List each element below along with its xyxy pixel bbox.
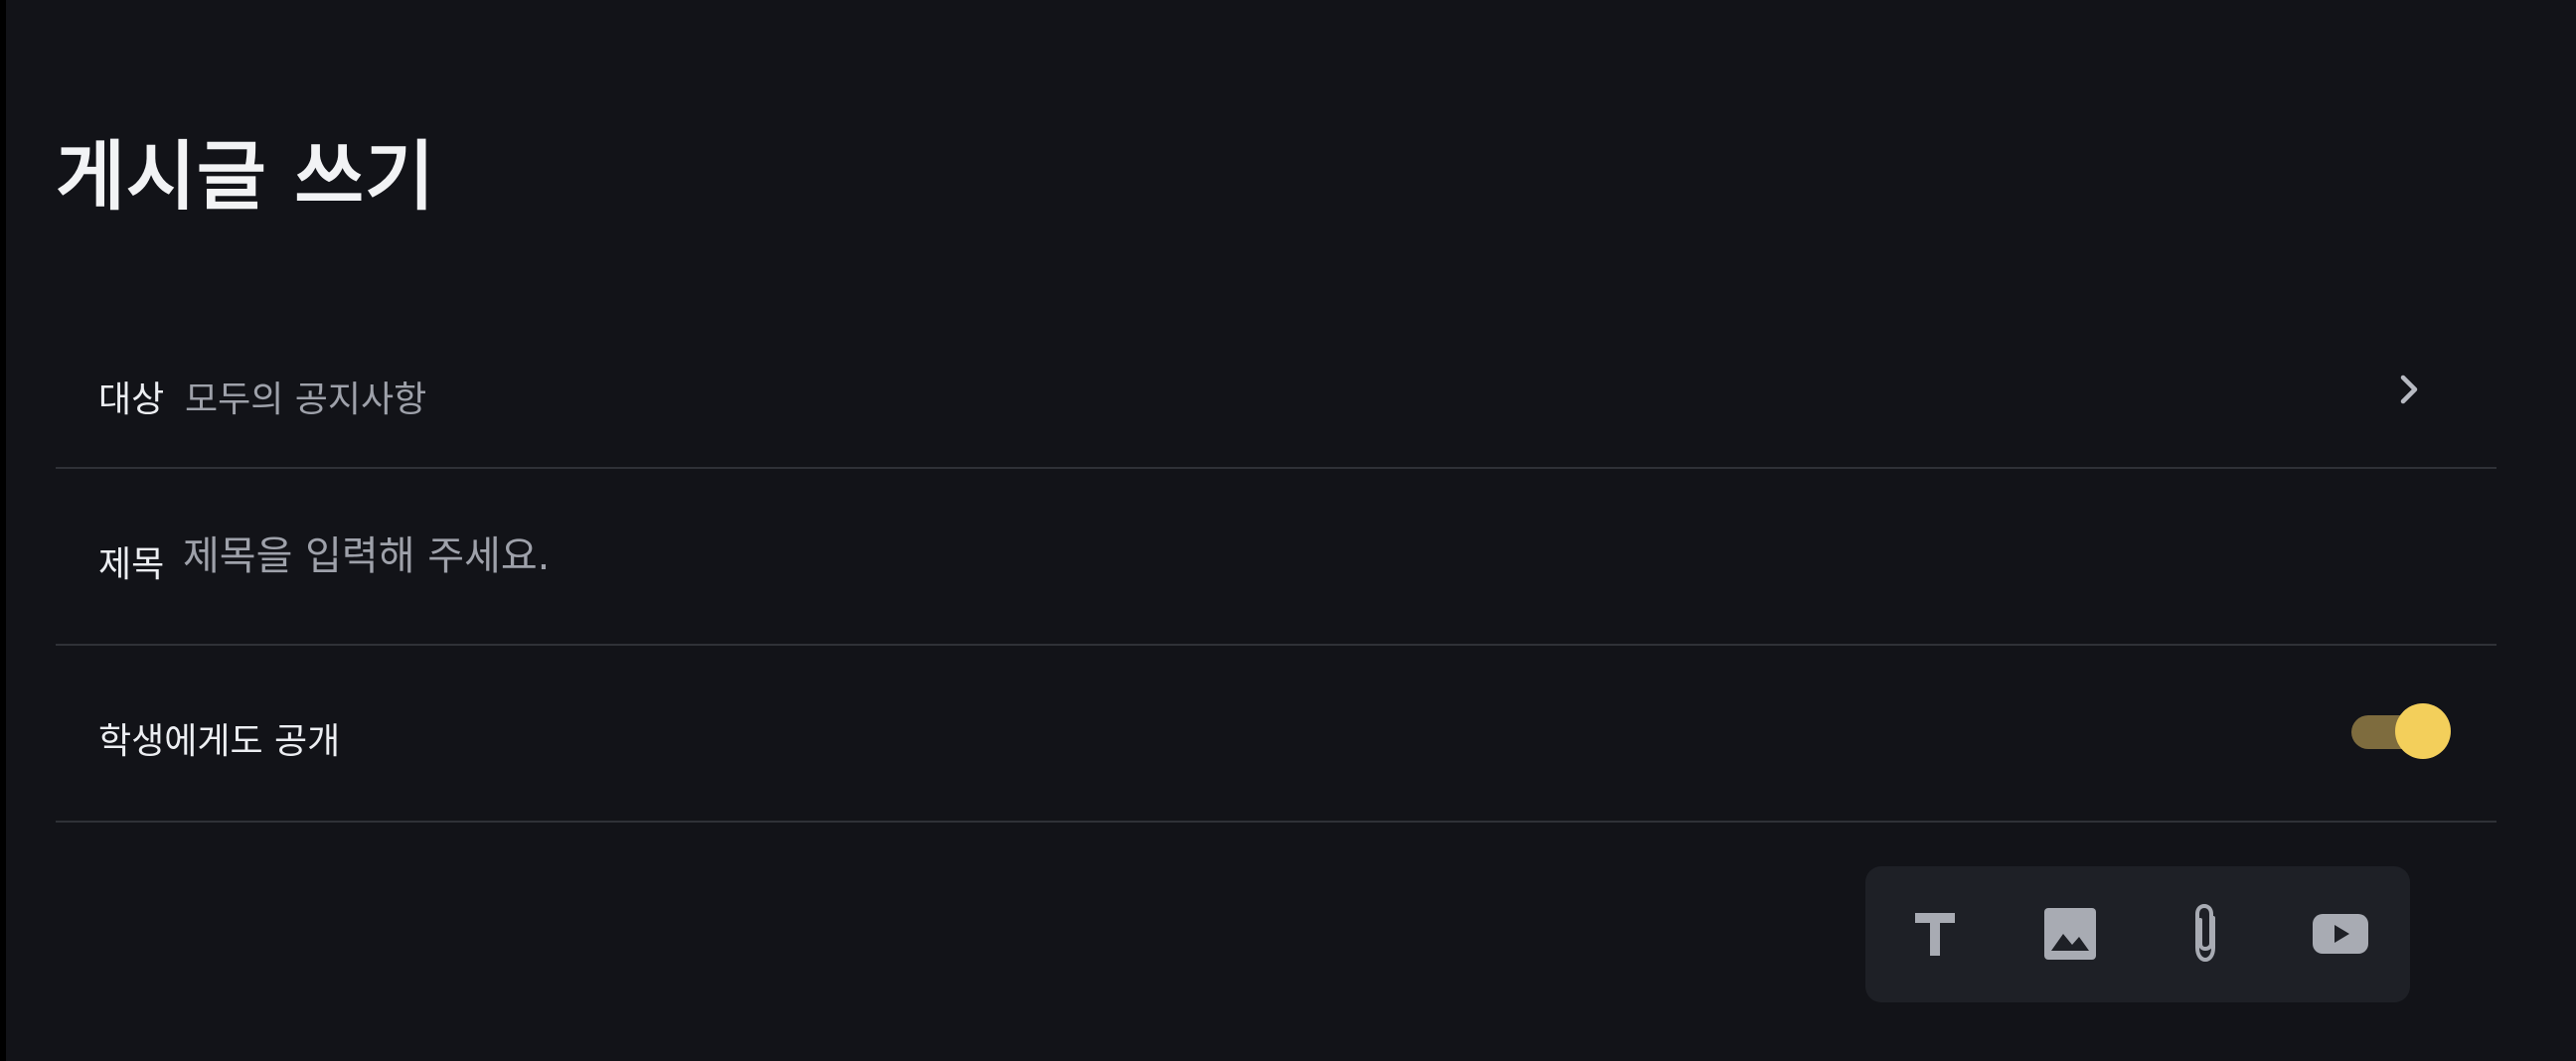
target-label: 대상 xyxy=(98,379,165,420)
paperclip-icon[interactable] xyxy=(2166,894,2245,974)
title-label: 제목 xyxy=(98,544,165,585)
text-icon[interactable] xyxy=(1895,894,1975,974)
video-icon[interactable] xyxy=(2301,894,2380,974)
window-edge xyxy=(0,0,6,1061)
public-to-students-toggle[interactable] xyxy=(2349,703,2453,759)
toggle-knob xyxy=(2395,703,2451,759)
target-value: 모두의 공지사항 xyxy=(185,379,427,420)
editor-toolbar xyxy=(1865,866,2410,1002)
public-to-students-row: 학생에게도 공개 xyxy=(56,646,2496,823)
target-selector-row[interactable]: 대상 모두의 공지사항 xyxy=(56,318,2496,469)
image-icon[interactable] xyxy=(2030,894,2110,974)
page-title: 게시글 쓰기 xyxy=(56,132,436,221)
public-to-students-label: 학생에게도 공개 xyxy=(98,721,341,762)
title-input[interactable] xyxy=(183,524,1574,589)
compose-post-page: 게시글 쓰기 대상 모두의 공지사항 제목 학생에게도 공개 xyxy=(0,0,2576,1061)
chevron-right-icon[interactable] xyxy=(2389,370,2429,409)
title-row: 제목 xyxy=(56,469,2496,646)
